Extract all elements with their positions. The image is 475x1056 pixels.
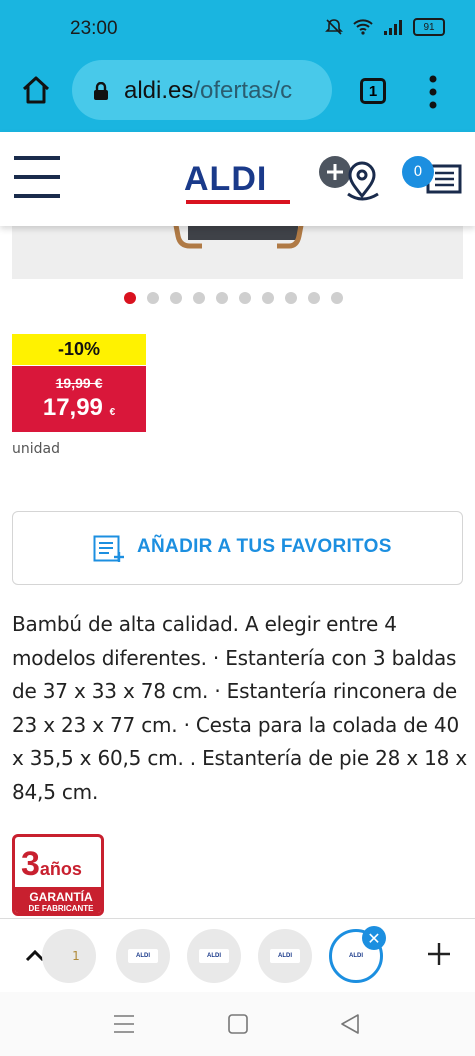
lock-icon	[94, 82, 108, 100]
shopping-list-button[interactable]: 0	[402, 156, 462, 200]
new-price: 17,99 €	[12, 394, 146, 422]
tab-count-button[interactable]: 1	[360, 78, 386, 104]
new-tab-icon[interactable]	[424, 939, 454, 969]
back-nav-icon[interactable]	[340, 1014, 360, 1034]
price-box: 19,99 € 17,99 €	[12, 366, 146, 432]
warranty-banner: GARANTÍA DE FABRICANTE	[15, 887, 101, 913]
warranty-word: años	[39, 859, 82, 879]
new-price-value: 17,99	[42, 394, 103, 421]
carousel-dot[interactable]	[285, 292, 297, 304]
site-header: ALDI 0	[0, 132, 475, 226]
logo-underline	[186, 200, 290, 204]
status-time: 23:00	[70, 18, 118, 39]
tab-thumbnail[interactable]: ALDI	[187, 929, 241, 983]
recents-icon[interactable]	[113, 1014, 135, 1034]
tab-thumbnail[interactable]: ALDI	[258, 929, 312, 983]
url-bar[interactable]: aldi.es/ofertas/c	[72, 60, 332, 120]
carousel-dot[interactable]	[216, 292, 228, 304]
warranty-years: 3años	[21, 845, 82, 884]
store-locator-icon[interactable]	[318, 154, 382, 202]
mini-aldi-logo: ALDI	[128, 949, 158, 963]
product-image[interactable]	[12, 220, 463, 279]
carousel-dot[interactable]	[331, 292, 343, 304]
product-photo-shelf	[172, 220, 305, 249]
hamburger-menu-icon[interactable]	[14, 156, 60, 202]
carousel-dot[interactable]	[124, 292, 136, 304]
tab-thumbnail-partial[interactable]: 1	[42, 929, 96, 983]
mute-icon	[325, 19, 343, 35]
unit-label: unidad	[12, 441, 60, 457]
url-path: /ofertas/c	[193, 77, 293, 104]
add-to-list-icon	[93, 535, 124, 562]
carousel-dot[interactable]	[147, 292, 159, 304]
status-bar: 23:00 91	[0, 0, 475, 58]
currency-symbol: €	[109, 407, 116, 418]
tab-thumbnail[interactable]: ALDI	[116, 929, 170, 983]
discount-badge: -10%	[12, 334, 146, 365]
home-nav-icon[interactable]	[228, 1014, 248, 1034]
warranty-number: 3	[21, 845, 40, 883]
add-to-favorites-button[interactable]: AÑADIR A TUS FAVORITOS	[12, 511, 463, 585]
carousel-dots	[124, 292, 343, 304]
carousel-dot[interactable]	[239, 292, 251, 304]
battery-icon: 91	[413, 18, 445, 36]
url-domain: aldi.es	[124, 77, 194, 104]
tab-switcher-bar: 1 ALDI ALDI ALDI ALDI ✕	[0, 918, 475, 992]
carousel-dot[interactable]	[262, 292, 274, 304]
aldi-logo[interactable]: ALDI	[184, 160, 267, 199]
add-to-favorites-label: AÑADIR A TUS FAVORITOS	[137, 536, 392, 557]
more-menu-icon[interactable]	[428, 75, 438, 109]
product-description: Bambú de alta calidad. A elegir entre 4 …	[12, 612, 467, 804]
wifi-icon	[353, 19, 373, 35]
warranty-line1: GARANTÍA	[29, 890, 93, 904]
carousel-dot[interactable]	[308, 292, 320, 304]
carousel-dot[interactable]	[170, 292, 182, 304]
warranty-badge: 3años GARANTÍA DE FABRICANTE	[12, 834, 104, 916]
mini-aldi-logo: ALDI	[199, 949, 229, 963]
carousel-dot[interactable]	[193, 292, 205, 304]
old-price: 19,99 €	[55, 375, 103, 391]
url-text: aldi.es/ofertas/c	[124, 77, 292, 105]
close-tab-icon[interactable]: ✕	[362, 926, 386, 950]
home-icon[interactable]	[20, 74, 52, 106]
mini-aldi-logo: ALDI	[341, 949, 371, 963]
signal-icon	[384, 20, 402, 35]
list-count-badge: 0	[402, 156, 434, 188]
system-nav-bar	[0, 992, 475, 1056]
partial-thumb-text: 1	[72, 949, 80, 963]
browser-toolbar: aldi.es/ofertas/c 1	[0, 58, 475, 132]
warranty-line2: DE FABRICANTE	[28, 904, 94, 913]
status-icons: 91	[325, 18, 445, 36]
mini-aldi-logo: ALDI	[270, 949, 300, 963]
